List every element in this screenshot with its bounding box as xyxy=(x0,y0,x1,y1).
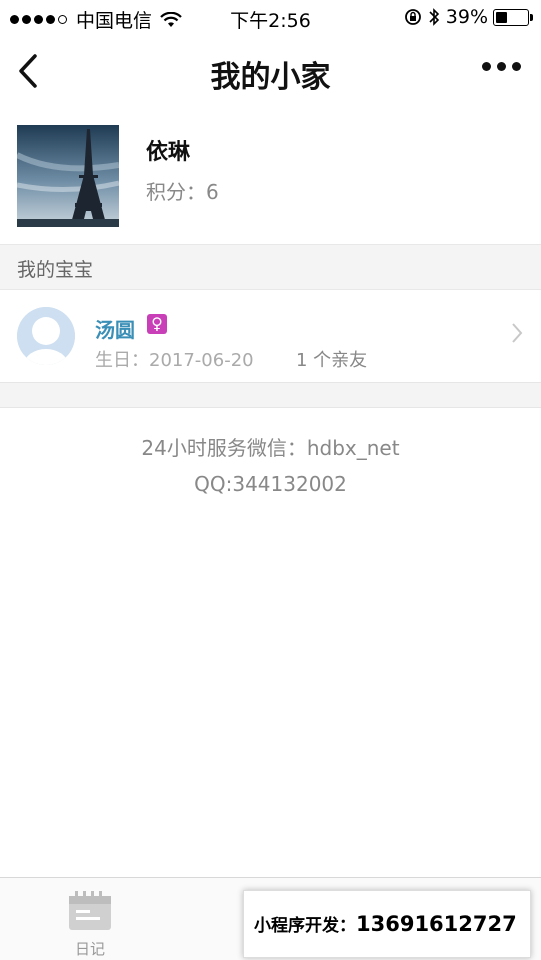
section-title: 我的宝宝 xyxy=(17,259,94,281)
section-header: 我的宝宝 xyxy=(0,244,541,290)
baby-list-item[interactable]: 汤圆 ♀ 生日：2017-06-20 1 个亲友 xyxy=(0,290,541,382)
promo-label: 小程序开发： xyxy=(254,916,356,936)
battery-icon xyxy=(493,8,533,26)
promo-text: 小程序开发：13691612727 xyxy=(254,911,517,936)
baby-avatar xyxy=(17,307,75,365)
status-right: 39% xyxy=(404,6,533,28)
profile-name: 依琳 xyxy=(146,140,191,165)
female-icon: ♀ xyxy=(147,314,167,334)
baby-friends-count: 1 个亲友 xyxy=(296,350,368,371)
more-icon[interactable] xyxy=(476,62,521,71)
battery-percent: 39% xyxy=(445,6,488,28)
battery-fill xyxy=(496,11,507,23)
bluetooth-icon xyxy=(429,8,439,26)
baby-birthday: 生日：2017-06-20 xyxy=(95,346,254,372)
birthday-value: 2017-06-20 xyxy=(149,350,254,371)
divider xyxy=(0,382,541,408)
service-qq: QQ:344132002 xyxy=(194,472,347,496)
diary-icon xyxy=(69,891,111,930)
rotation-lock-icon xyxy=(404,9,421,25)
page-title: 我的小家 xyxy=(210,60,331,95)
tab-diary[interactable]: 日记 xyxy=(0,878,180,960)
service-wechat: 24小时服务微信：hdbx_net xyxy=(141,436,400,460)
promo-phone: 13691612727 xyxy=(356,912,517,936)
points-label: 积分： xyxy=(146,180,206,204)
promo-banner[interactable]: 小程序开发：13691612727 xyxy=(243,890,531,958)
profile-points: 积分：6 xyxy=(146,176,219,205)
birthday-label: 生日： xyxy=(95,350,149,371)
avatar[interactable] xyxy=(17,125,119,227)
status-bar: 中国电信 下午2:56 39% xyxy=(0,0,541,36)
screen: 中国电信 下午2:56 39% 我的小家 依琳 积分：6 我的宝宝 汤圆 ♀ 生… xyxy=(0,0,541,960)
tab-diary-label: 日记 xyxy=(74,940,105,958)
chevron-right-icon xyxy=(512,323,523,343)
profile-card: 依琳 积分：6 xyxy=(0,106,541,244)
nav-bar: 我的小家 xyxy=(0,36,541,106)
points-value: 6 xyxy=(206,180,219,204)
baby-name: 汤圆 xyxy=(95,318,135,342)
